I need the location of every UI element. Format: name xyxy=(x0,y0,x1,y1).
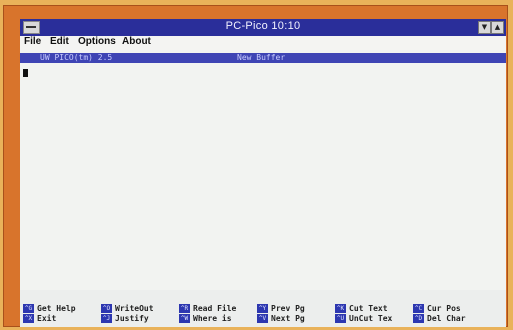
shortcut-cut-text[interactable]: ^K Cut Text xyxy=(335,304,388,313)
shortcut-del-char[interactable]: ^D Del Char xyxy=(413,314,466,323)
shortcut-writeout[interactable]: ^O WriteOut xyxy=(101,304,154,313)
shortcut-next-pg[interactable]: ^V Next Pg xyxy=(257,314,305,323)
key-badge: ^G xyxy=(23,304,34,313)
window-title: PC-Pico 10:10 xyxy=(225,20,301,32)
shortcut-where-is[interactable]: ^W Where is xyxy=(179,314,232,323)
shortcut-justify[interactable]: ^J Justify xyxy=(101,314,149,323)
menu-file[interactable]: File xyxy=(24,36,41,47)
key-badge: ^O xyxy=(101,304,112,313)
shortcut-exit[interactable]: ^X Exit xyxy=(23,314,56,323)
title-bar: PC-Pico 10:10 ▼ ▲ xyxy=(20,19,506,36)
menu-edit[interactable]: Edit xyxy=(50,36,69,47)
buffer-name: New Buffer xyxy=(237,53,286,62)
key-badge: ^C xyxy=(413,304,424,313)
shortcut-prev-pg[interactable]: ^Y Prev Pg xyxy=(257,304,305,313)
version-label: UW PICO(tm) 2.5 xyxy=(40,53,113,62)
key-badge: ^R xyxy=(179,304,190,313)
app-window: PC-Pico 10:10 ▼ ▲ File Edit Options Abou… xyxy=(20,19,506,327)
shortcut-cur-pos[interactable]: ^C Cur Pos xyxy=(413,304,461,313)
key-badge: ^V xyxy=(257,314,268,323)
shortcut-uncut-text[interactable]: ^U UnCut Tex xyxy=(335,314,392,323)
key-badge: ^U xyxy=(335,314,346,323)
key-badge: ^X xyxy=(23,314,34,323)
key-badge: ^K xyxy=(335,304,346,313)
minimize-icon[interactable]: ▼ xyxy=(478,21,491,34)
monitor-frame: PC-Pico 10:10 ▼ ▲ File Edit Options Abou… xyxy=(3,5,508,327)
key-badge: ^D xyxy=(413,314,424,323)
shortcut-bar: ^G Get Help ^O WriteOut ^R Read File ^Y Prev… xyxy=(20,290,506,327)
text-cursor xyxy=(23,69,28,77)
editor-status-line: UW PICO(tm) 2.5 New Buffer xyxy=(20,53,506,63)
editor-area[interactable]: UW PICO(tm) 2.5 New Buffer xyxy=(20,50,506,290)
key-badge: ^J xyxy=(101,314,112,323)
key-badge: ^W xyxy=(179,314,190,323)
menu-options[interactable]: Options xyxy=(78,36,116,47)
key-badge: ^Y xyxy=(257,304,268,313)
shortcut-get-help[interactable]: ^G Get Help xyxy=(23,304,76,313)
menu-bar: File Edit Options About xyxy=(20,36,506,51)
maximize-icon[interactable]: ▲ xyxy=(491,21,504,34)
shortcut-read-file[interactable]: ^R Read File xyxy=(179,304,236,313)
menu-about[interactable]: About xyxy=(122,36,151,47)
